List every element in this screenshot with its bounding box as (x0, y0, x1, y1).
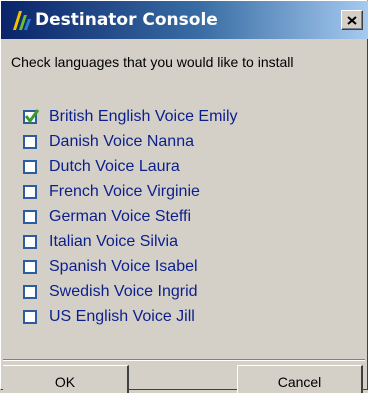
checkbox[interactable] (23, 210, 37, 224)
language-label: Spanish Voice Isabel (49, 258, 198, 275)
language-item-swedish[interactable]: Swedish Voice Ingrid (23, 281, 323, 303)
close-button[interactable] (341, 10, 363, 30)
checkbox[interactable] (23, 235, 37, 249)
checkbox[interactable] (23, 160, 37, 174)
close-x-icon (347, 15, 357, 25)
language-item-british-english[interactable]: British English Voice Emily (23, 106, 323, 128)
destinator-app-icon (13, 11, 31, 30)
language-item-danish[interactable]: Danish Voice Nanna (23, 131, 323, 153)
checkbox[interactable] (23, 135, 37, 149)
dialog-window: Destinator Console Check languages that … (0, 0, 368, 393)
checkbox[interactable] (23, 310, 37, 324)
window-title: Destinator Console (35, 10, 218, 30)
language-item-spanish[interactable]: Spanish Voice Isabel (23, 256, 323, 278)
checkbox[interactable] (23, 109, 40, 124)
language-item-us-english[interactable]: US English Voice Jill (23, 306, 323, 328)
ok-button[interactable]: OK (3, 365, 129, 393)
language-label: Dutch Voice Laura (49, 158, 180, 175)
language-item-italian[interactable]: Italian Voice Silvia (23, 231, 323, 253)
checkbox[interactable] (23, 285, 37, 299)
checkmark-icon (24, 109, 40, 124)
language-item-german[interactable]: German Voice Steffi (23, 206, 323, 228)
language-label: British English Voice Emily (49, 108, 238, 125)
checkbox[interactable] (23, 185, 37, 199)
language-item-dutch[interactable]: Dutch Voice Laura (23, 156, 323, 178)
instruction-text: Check languages that you would like to i… (11, 54, 294, 70)
language-label: German Voice Steffi (49, 208, 191, 225)
language-label: US English Voice Jill (49, 308, 195, 325)
language-label: French Voice Virginie (49, 183, 200, 200)
language-item-french[interactable]: French Voice Virginie (23, 181, 323, 203)
title-bar[interactable]: Destinator Console (1, 1, 368, 39)
cancel-button[interactable]: Cancel (237, 365, 363, 393)
language-label: Swedish Voice Ingrid (49, 283, 198, 300)
button-separator (3, 359, 365, 361)
language-label: Italian Voice Silvia (49, 233, 178, 250)
checkbox[interactable] (23, 260, 37, 274)
language-label: Danish Voice Nanna (49, 133, 194, 150)
